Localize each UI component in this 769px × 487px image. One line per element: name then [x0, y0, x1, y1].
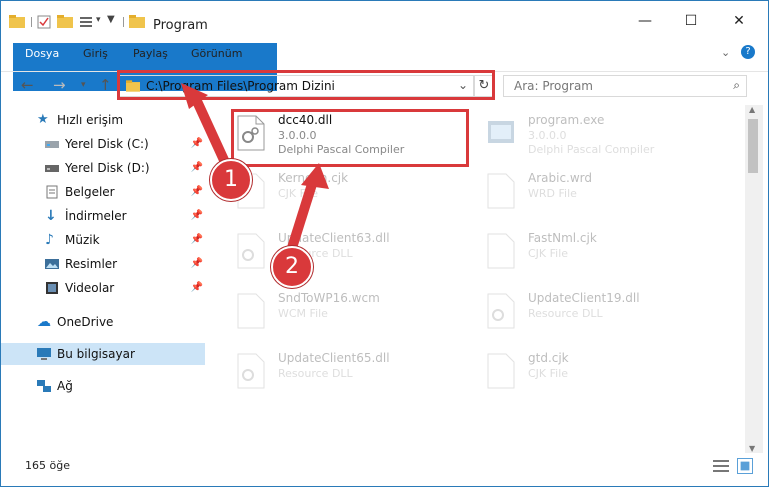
minimize-button[interactable]: — — [631, 11, 659, 31]
new-folder-icon[interactable] — [57, 15, 73, 28]
tab-share[interactable]: Paylaş — [123, 43, 178, 65]
pin-icon[interactable]: 📌 — [191, 157, 203, 179]
sidebar-item-onedrive[interactable]: ☁ OneDrive — [15, 311, 205, 333]
computer-icon — [37, 348, 51, 360]
forward-icon[interactable]: → — [53, 76, 66, 94]
generic-file-icon — [487, 173, 515, 209]
dll-file-icon — [237, 233, 265, 269]
file-item-arabic[interactable]: Arabic.wrd WRD File — [458, 167, 698, 215]
properties-icon[interactable] — [37, 15, 51, 29]
music-icon: ♪ — [45, 232, 54, 248]
back-icon[interactable]: ← — [21, 76, 34, 94]
sidebar-item-network[interactable]: Ağ — [15, 375, 205, 397]
view-options-icon[interactable] — [79, 15, 93, 29]
drive-icon — [45, 165, 59, 172]
explorer-window: ▾ ▼ Program — ☐ ✕ Dosya Giriş Paylaş Gör… — [0, 0, 769, 487]
separator — [123, 17, 124, 27]
sidebar-item-quick-access[interactable]: ★ Hızlı erişim — [1, 109, 191, 131]
title-bar: ▾ ▼ Program — ☐ ✕ — [1, 1, 768, 39]
sidebar-item-disk-d[interactable]: Yerel Disk (D:) 📌 — [15, 157, 205, 179]
details-view-icon[interactable] — [713, 459, 729, 473]
pin-icon[interactable]: 📌 — [191, 277, 203, 299]
navigation-pane: ★ Hızlı erişim Yerel Disk (C:) 📌 Yerel D… — [1, 105, 206, 445]
close-button[interactable]: ✕ — [725, 11, 753, 31]
sidebar-item-this-pc[interactable]: Bu bilgisayar — [1, 343, 205, 365]
recent-locations-icon[interactable]: ▾ — [81, 80, 86, 90]
address-highlight — [117, 70, 495, 100]
drive-icon — [45, 141, 59, 148]
search-box[interactable]: Ara: Program ⌕ — [503, 75, 747, 97]
file-item-sndtowp16[interactable]: SndToWP16.wcm WCM File — [208, 287, 448, 335]
file-item-fastnml[interactable]: FastNml.cjk CJK File — [458, 227, 698, 275]
generic-file-icon — [237, 293, 265, 329]
sidebar-item-disk-c[interactable]: Yerel Disk (C:) 📌 — [15, 133, 205, 155]
dll-file-icon — [487, 293, 515, 329]
pin-icon[interactable]: 📌 — [191, 253, 203, 275]
sidebar-item-downloads[interactable]: ↓ İndirmeler 📌 — [15, 205, 205, 227]
documents-icon — [46, 185, 58, 199]
separator — [31, 17, 32, 27]
customize-toolbar-icon[interactable]: ▼ — [107, 14, 115, 25]
file-item-updateclient19[interactable]: UpdateClient19.dll Resource DLL — [458, 287, 698, 335]
pin-icon[interactable]: 📌 — [191, 205, 203, 227]
sidebar-item-pictures[interactable]: Resimler 📌 — [15, 253, 205, 275]
cloud-icon: ☁ — [37, 314, 51, 330]
pictures-icon — [45, 259, 59, 269]
file-item-program-exe[interactable]: program.exe 3.0.0.0 Delphi Pascal Compil… — [458, 109, 698, 157]
tab-home[interactable]: Giriş — [73, 43, 118, 65]
status-bar: 165 öğe — [1, 453, 768, 483]
folder-icon — [9, 15, 25, 28]
pin-icon[interactable]: 📌 — [191, 229, 203, 251]
search-placeholder: Ara: Program — [514, 79, 593, 93]
scroll-up-icon[interactable]: ▲ — [749, 105, 755, 114]
download-icon: ↓ — [45, 208, 57, 224]
tab-view[interactable]: Görünüm — [181, 43, 252, 65]
file-item-gtd[interactable]: gtd.cjk CJK File — [458, 347, 698, 395]
sidebar-item-music[interactable]: ♪ Müzik 📌 — [15, 229, 205, 251]
network-icon — [37, 380, 51, 392]
scroll-thumb[interactable] — [748, 119, 758, 173]
generic-file-icon — [487, 353, 515, 389]
ribbon-tabs: Dosya Giriş Paylaş Görünüm ⌄ ? — [1, 43, 768, 91]
item-count: 165 öğe — [25, 459, 70, 472]
dll-file-icon — [237, 353, 265, 389]
star-icon: ★ — [37, 112, 49, 127]
annotation-badge-1: 1 — [210, 159, 252, 201]
annotation-badge-2: 2 — [271, 246, 313, 288]
scroll-down-icon[interactable]: ▼ — [749, 444, 755, 453]
generic-file-icon — [487, 233, 515, 269]
file-item-updateclient65[interactable]: UpdateClient65.dll Resource DLL — [208, 347, 448, 395]
pin-icon[interactable]: 📌 — [191, 181, 203, 203]
chevron-down-icon[interactable]: ▾ — [96, 15, 101, 25]
sidebar-item-videos[interactable]: Videolar 📌 — [15, 277, 205, 299]
window-title: Program — [153, 18, 208, 33]
up-icon[interactable]: ↑ — [99, 76, 112, 94]
sidebar-item-documents[interactable]: Belgeler 📌 — [15, 181, 205, 203]
file-item-updateclient63[interactable]: UpdateClient63.dll Resource DLL — [208, 227, 448, 275]
file-highlight — [231, 109, 469, 167]
search-icon[interactable]: ⌕ — [733, 78, 740, 93]
maximize-button[interactable]: ☐ — [677, 11, 705, 31]
exe-file-icon — [488, 121, 514, 143]
vertical-scrollbar[interactable]: ▲ ▼ — [745, 105, 763, 453]
large-icons-view-icon[interactable] — [737, 458, 753, 474]
expand-ribbon-icon[interactable]: ⌄ — [721, 46, 730, 59]
pin-icon[interactable]: 📌 — [191, 133, 203, 155]
video-icon — [46, 282, 58, 294]
folder-icon — [129, 15, 145, 28]
help-icon[interactable]: ? — [741, 45, 755, 59]
